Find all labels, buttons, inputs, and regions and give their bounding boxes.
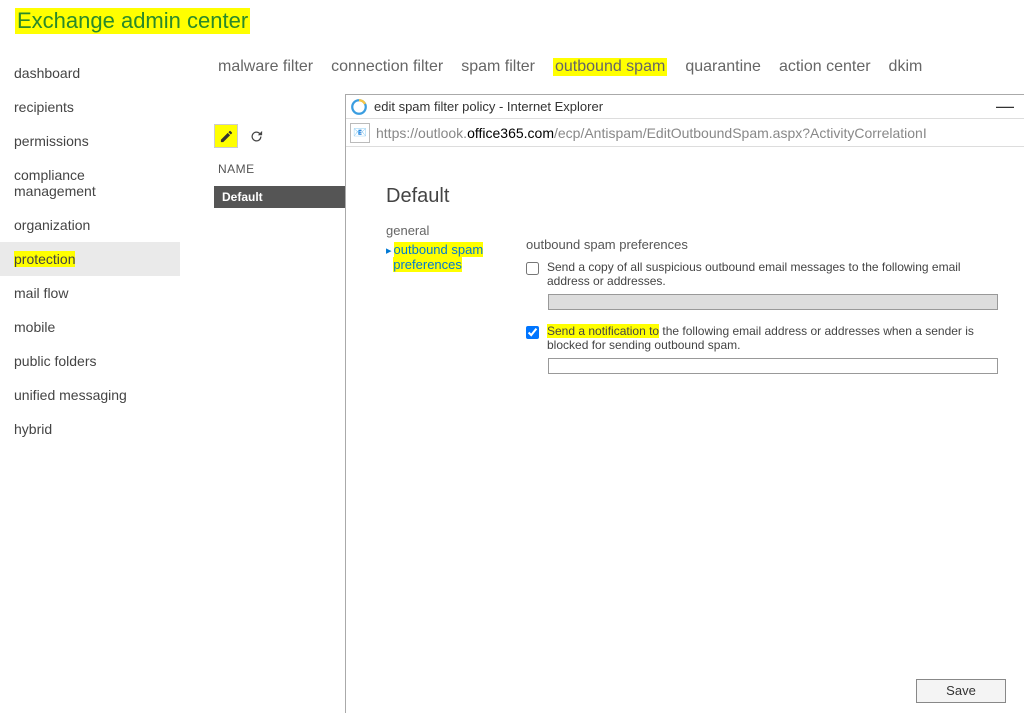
tab-dkim[interactable]: dkim [889,58,923,76]
column-header-name: NAME [218,162,255,176]
popup-titlebar: edit spam filter policy - Internet Explo… [346,95,1024,119]
tab-outbound-spam[interactable]: outbound spam [553,58,667,76]
tab-malware-filter[interactable]: malware filter [218,58,313,76]
tabs: malware filter connection filter spam fi… [218,58,922,76]
page-title: Exchange admin center [15,8,250,34]
sidebar: dashboard recipients permissions complia… [0,56,180,446]
ie-icon [350,98,368,116]
option-send-copy: Send a copy of all suspicious outbound e… [526,260,984,288]
sidebar-item-public-folders[interactable]: public folders [0,344,180,378]
tab-action-center[interactable]: action center [779,58,871,76]
sidebar-item-organization[interactable]: organization [0,208,180,242]
popup-nav: general ▸outbound spam preferences [386,223,483,272]
checkbox-send-copy[interactable] [526,262,539,275]
popup-body: Default general ▸outbound spam preferenc… [346,147,1024,713]
sidebar-item-permissions[interactable]: permissions [0,124,180,158]
tab-connection-filter[interactable]: connection filter [331,58,443,76]
minimize-icon[interactable]: — [990,96,1020,117]
refresh-icon[interactable] [244,124,268,148]
policy-name: Default [386,185,449,208]
sidebar-item-mobile[interactable]: mobile [0,310,180,344]
nav-general[interactable]: general [386,223,483,238]
sidebar-item-unified-messaging[interactable]: unified messaging [0,378,180,412]
input-send-copy-addresses[interactable] [548,294,998,310]
save-button[interactable]: Save [916,679,1006,703]
label-send-copy: Send a copy of all suspicious outbound e… [547,260,984,288]
page-icon: 📧 [350,123,370,143]
checkbox-send-notification[interactable] [526,326,539,339]
popup-window: edit spam filter policy - Internet Explo… [345,94,1024,713]
sidebar-item-dashboard[interactable]: dashboard [0,56,180,90]
toolbar [214,124,268,148]
label-send-notification: Send a notification to the following ema… [547,324,984,352]
edit-icon[interactable] [214,124,238,148]
sidebar-item-hybrid[interactable]: hybrid [0,412,180,446]
sidebar-item-compliance-management[interactable]: compliance management [0,158,180,208]
sidebar-item-recipients[interactable]: recipients [0,90,180,124]
tab-quarantine[interactable]: quarantine [685,58,761,76]
option-send-notification: Send a notification to the following ema… [526,324,984,352]
sidebar-item-mail-flow[interactable]: mail flow [0,276,180,310]
caret-icon: ▸ [386,245,392,257]
prefs-title: outbound spam preferences [526,237,984,252]
input-notification-addresses[interactable] [548,358,998,374]
nav-outbound-spam-preferences[interactable]: ▸outbound spam preferences [386,242,483,272]
preferences-panel: outbound spam preferences Send a copy of… [526,237,984,388]
popup-title: edit spam filter policy - Internet Explo… [374,99,603,114]
address-bar[interactable]: 📧 https://outlook.office365.com/ecp/Anti… [346,119,1024,147]
tab-spam-filter[interactable]: spam filter [461,58,535,76]
sidebar-item-protection[interactable]: protection [0,242,180,276]
